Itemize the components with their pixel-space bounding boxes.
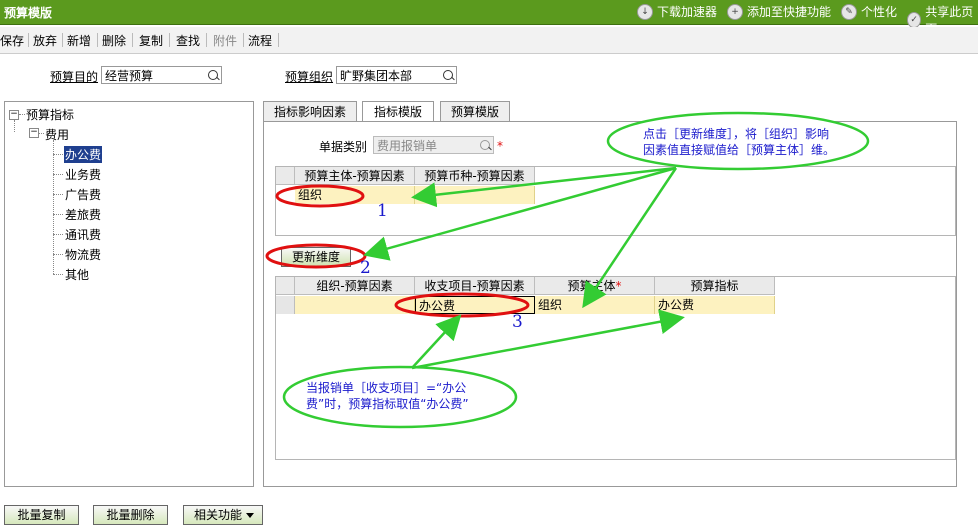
step-marker-2: 2 [360, 258, 371, 278]
callout-arrow [411, 166, 677, 208]
top-callout-text: 点击［更新维度］，将［组织］影响 因素值直接赋值给［预算主体］维。 [643, 126, 835, 158]
bottom-callout-line2: 费”时，预算指标取值“办公费” [306, 397, 469, 411]
highlight-ellipse [394, 292, 530, 318]
chevron-down-icon [246, 513, 254, 518]
step-marker-1: 1 [377, 201, 388, 221]
top-callout-line2: 因素值直接赋值给［预算主体］维。 [643, 143, 836, 157]
highlight-ellipse [265, 243, 367, 269]
top-callout-line1: 点击［更新维度］，将［组织］影响 [643, 127, 830, 141]
related-functions-button[interactable]: 相关功能 [183, 505, 263, 525]
bottom-callout-text: 当报销单［收支项目］=“办公 费”时，预算指标取值“办公费” [306, 380, 469, 412]
annotation-overlay [265, 111, 870, 429]
callout-arrow [363, 166, 677, 261]
batch-copy-button[interactable]: 批量复制 [4, 505, 79, 525]
step-marker-3: 3 [512, 312, 523, 332]
bottom-callout-line1: 当报销单［收支项目］=“办公 [306, 381, 467, 395]
batch-delete-button[interactable]: 批量删除 [93, 505, 168, 525]
related-functions-label: 相关功能 [194, 508, 243, 522]
highlight-ellipse [275, 184, 365, 208]
